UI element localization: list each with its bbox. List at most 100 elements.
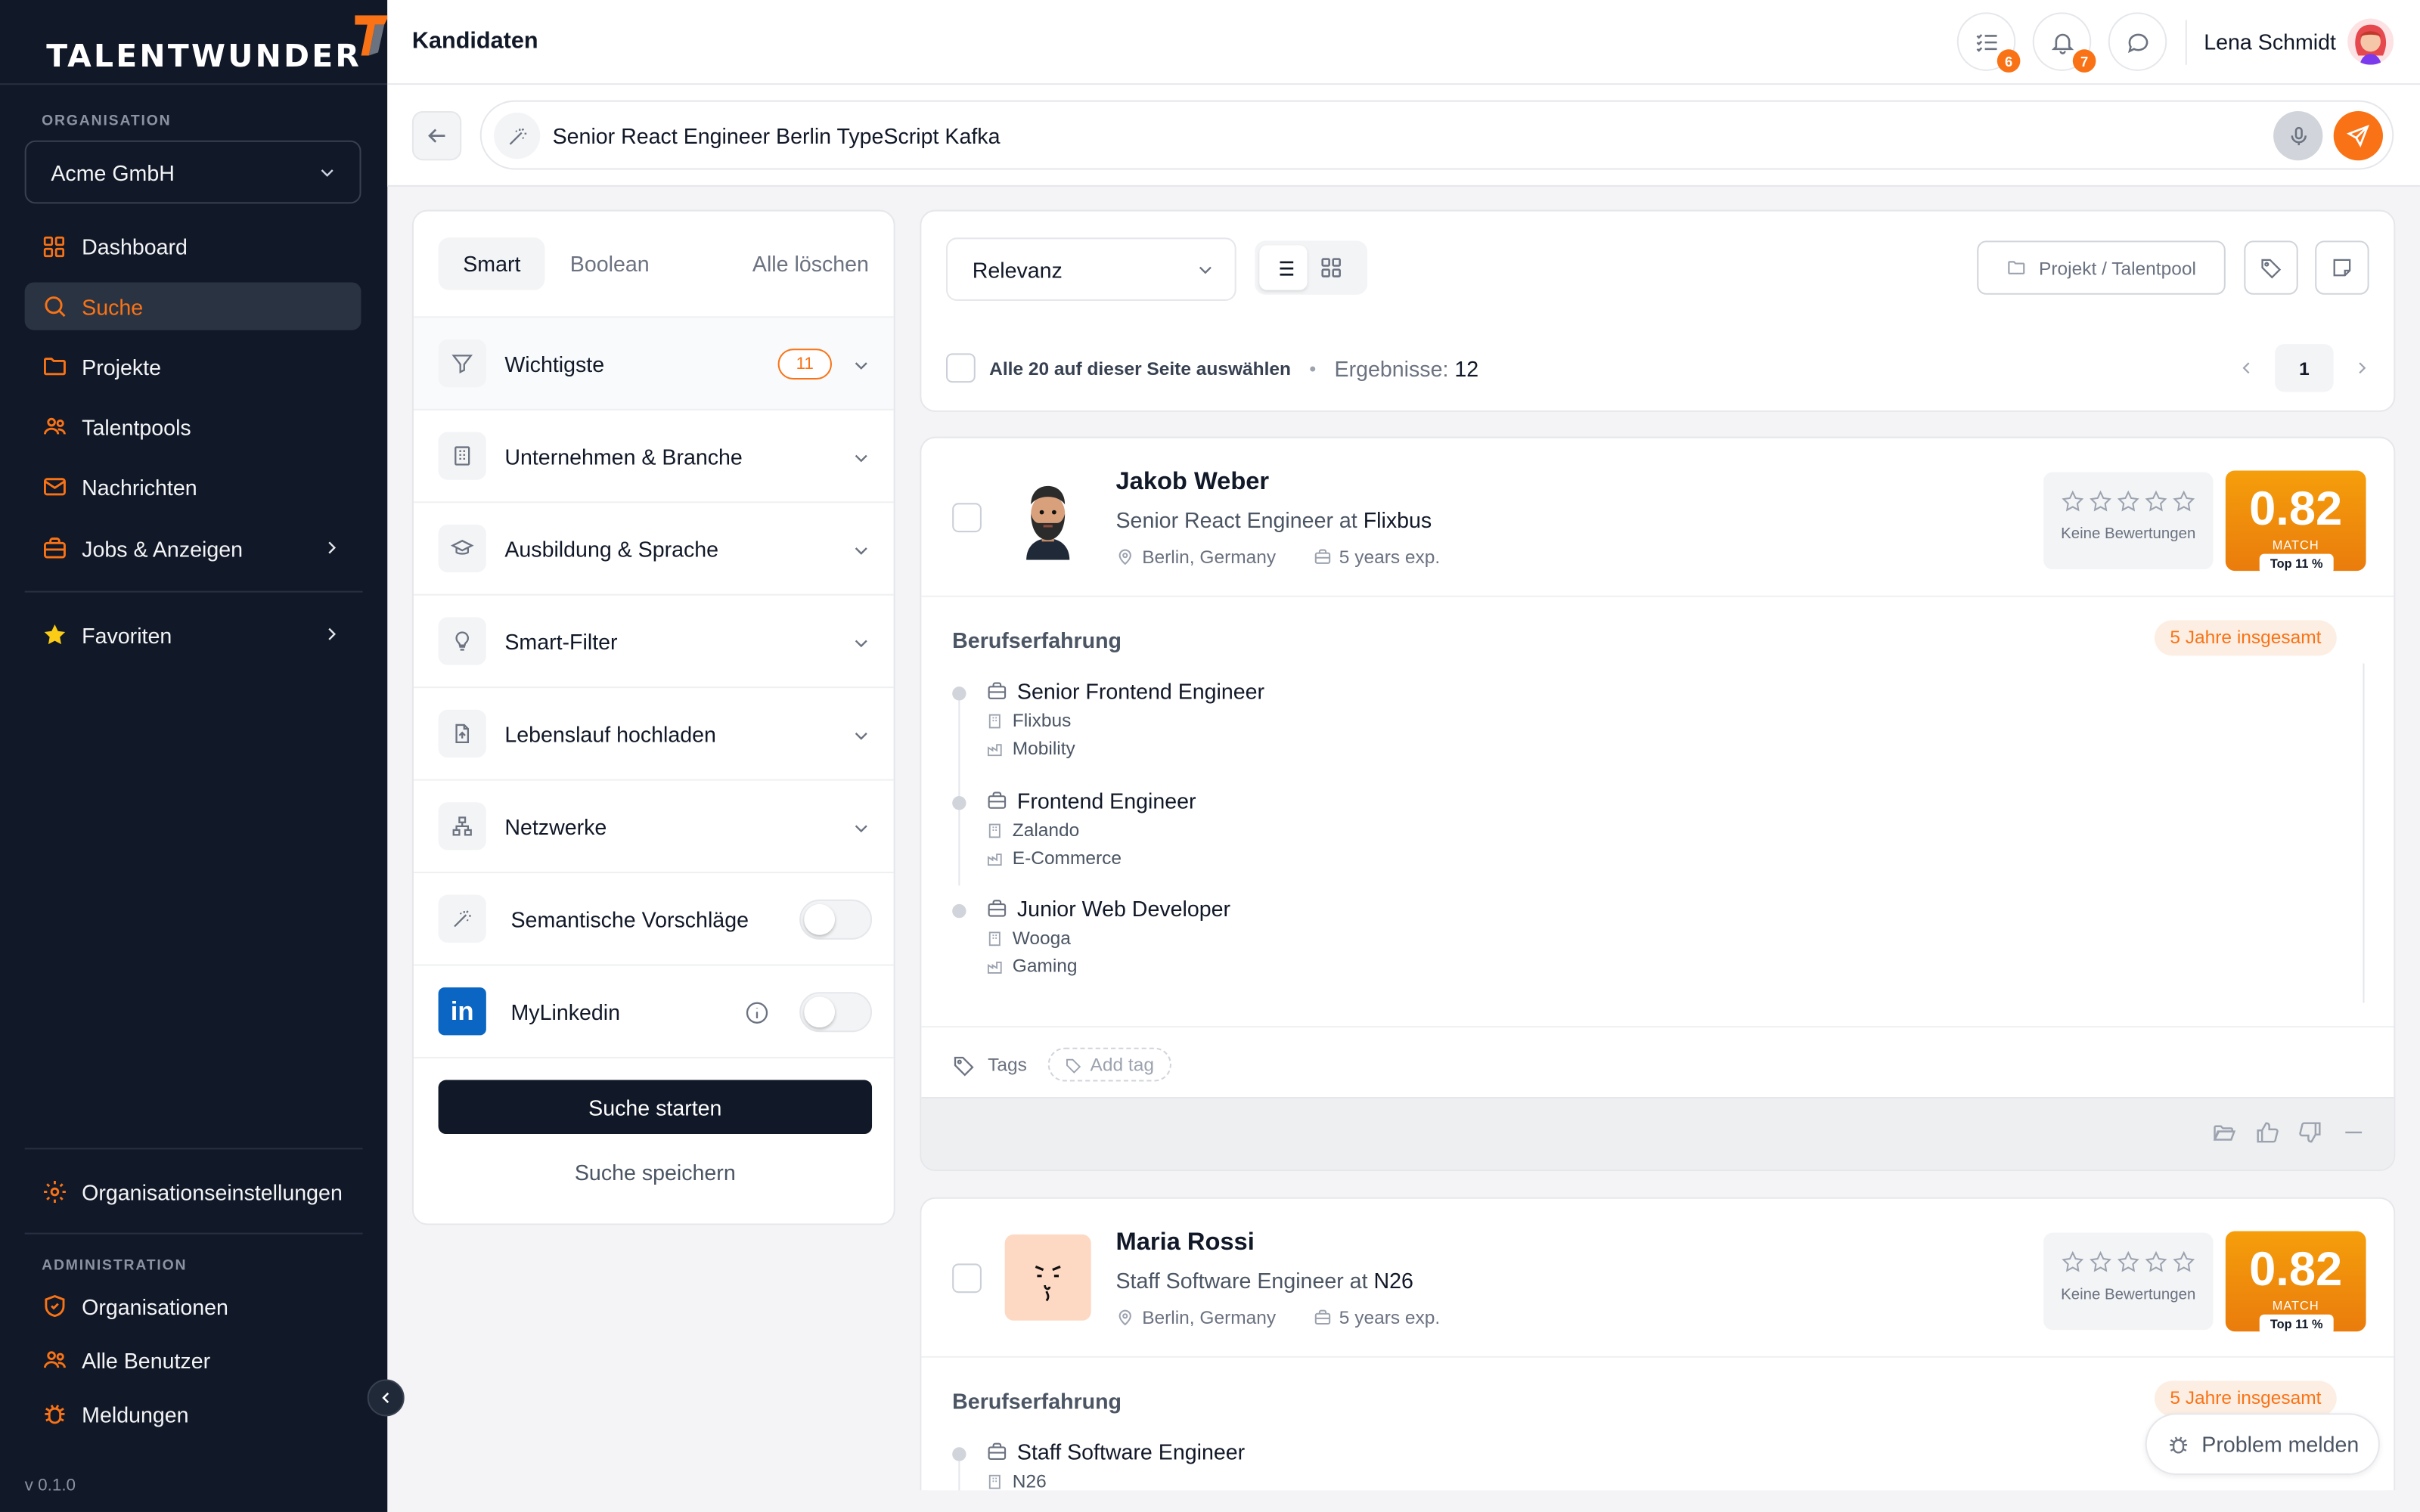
filter-section-smart-filter[interactable]: Smart-Filter (413, 593, 894, 686)
submit-search-button[interactable] (2333, 110, 2383, 161)
filter-section-label: Wichtigste (504, 351, 605, 376)
thumbs-up-icon[interactable] (2255, 1120, 2280, 1145)
sidebar: TALENTWUNDER ORGANISATION Acme GmbH Dash… (0, 0, 389, 1512)
candidate-checkbox[interactable] (952, 1263, 982, 1294)
map-pin-icon (1118, 549, 1131, 565)
nav-item-label: Nachrichten (82, 474, 197, 500)
notifications-button[interactable]: 7 (2032, 12, 2096, 73)
app-version: v 0.1.0 (24, 1476, 76, 1495)
briefcase-icon (1314, 549, 1330, 564)
save-search-link[interactable]: Suche speichern (414, 1160, 894, 1185)
rating-widget[interactable]: Keine Bewertungen (2043, 1232, 2214, 1331)
filter-section-ausbildung[interactable]: Ausbildung & Sprache (413, 501, 894, 593)
chevron-down-icon (855, 733, 867, 740)
chevron-right-icon[interactable] (2352, 358, 2372, 378)
rating-widget[interactable]: Keine Bewertungen (2043, 472, 2214, 570)
industry-icon (987, 853, 1002, 866)
filter-section-unternehmen[interactable]: Unternehmen & Branche (413, 408, 894, 501)
lightbulb-icon (438, 617, 486, 665)
nav-item-label: Talentpools (82, 414, 191, 439)
grid-view-button[interactable] (1308, 245, 1355, 290)
bug-icon (40, 1400, 68, 1428)
linkedin-icon: in (438, 987, 486, 1036)
nav-item-favoriten[interactable]: Favoriten (25, 611, 361, 658)
messages-button[interactable] (2108, 12, 2167, 71)
job-company: Zalando (1012, 819, 1080, 841)
star-outline-icon (2090, 1250, 2111, 1272)
briefcase-icon (988, 792, 1007, 809)
job-industry: Mobility (1012, 737, 1075, 760)
nav-item-label: Alle Benutzer (82, 1347, 211, 1373)
user-name[interactable]: Lena Schmidt (2204, 29, 2336, 54)
nav-item-jobs-anzeigen[interactable]: Jobs & Anzeigen (25, 525, 361, 572)
filter-section-netzwerke[interactable]: Netzwerke (413, 779, 894, 872)
filter-section-lebenslauf[interactable]: Lebenslauf hochladen (413, 686, 894, 779)
star-rating[interactable] (2060, 489, 2196, 514)
nav-item-organisationen[interactable]: Organisationen (25, 1282, 361, 1330)
nav-item-meldungen[interactable]: Meldungen (25, 1390, 361, 1438)
match-rank-badge: Top 11 % (2259, 553, 2334, 575)
start-search-button[interactable]: Suche starten (438, 1080, 873, 1134)
org-section-label: ORGANISATION (42, 112, 172, 130)
candidate-avatar[interactable] (1004, 473, 1091, 560)
star-rating[interactable] (2060, 1250, 2196, 1275)
add-to-project-button[interactable]: Projekt / Talentpool (1977, 240, 2226, 295)
tab-boolean[interactable]: Boolean (545, 237, 674, 290)
candidate-experience: 5 years exp. (1339, 1306, 1441, 1329)
filter-section-wichtigste[interactable]: Wichtigste 11 (413, 316, 894, 409)
map-pin-icon (1118, 1309, 1131, 1326)
add-to-project-label: Projekt / Talentpool (2039, 256, 2196, 279)
candidate-name[interactable]: Jakob Weber (1115, 469, 1269, 497)
candidate-name[interactable]: Maria Rossi (1115, 1230, 1254, 1258)
linkedin-toggle[interactable] (799, 992, 873, 1033)
add-tag-button[interactable]: Add tag (1048, 1047, 1171, 1082)
building-icon (988, 713, 1001, 728)
back-button[interactable] (411, 110, 462, 161)
organisation-select-value: Acme GmbH (51, 160, 175, 184)
search-mode-tabs: Smart Boolean (438, 237, 675, 290)
building-icon (988, 1473, 1001, 1489)
sidebar-collapse-button[interactable] (367, 1379, 405, 1417)
current-page[interactable]: 1 (2275, 344, 2334, 392)
briefcase-icon (988, 1442, 1007, 1460)
nav-item-projekte[interactable]: Projekte (25, 342, 361, 390)
semantic-suggestions-toggle[interactable] (799, 899, 873, 940)
list-view-button[interactable] (1259, 245, 1308, 290)
match-rank-badge: Top 11 % (2259, 1314, 2334, 1335)
clear-all-button[interactable]: Alle löschen (752, 252, 869, 277)
report-problem-label: Problem melden (2201, 1431, 2360, 1457)
nav-item-org-settings[interactable]: Organisationseinstellungen (25, 1168, 361, 1216)
sort-select[interactable]: Relevanz (946, 237, 1236, 301)
info-icon[interactable] (744, 999, 771, 1026)
report-problem-button[interactable]: Problem melden (2145, 1413, 2380, 1476)
organisation-select[interactable]: Acme GmbH (24, 140, 361, 204)
note-button[interactable] (2315, 240, 2369, 295)
user-avatar[interactable] (2347, 18, 2394, 65)
nav-item-alle-benutzer[interactable]: Alle Benutzer (25, 1336, 361, 1383)
note-icon (2333, 259, 2351, 277)
dismiss-icon[interactable] (2341, 1120, 2366, 1145)
select-all-label[interactable]: Alle 20 auf dieser Seite auswählen (989, 357, 1291, 379)
chevron-down-icon (855, 547, 867, 555)
select-all-checkbox[interactable] (946, 353, 976, 383)
nav-item-suche[interactable]: Suche (24, 282, 361, 330)
nav-item-nachrichten[interactable]: Nachrichten (25, 463, 361, 510)
folder-open-icon[interactable] (2211, 1120, 2236, 1145)
filter-panel: Smart Boolean Alle löschen Wichtigste 11… (411, 209, 895, 1225)
thumbs-down-icon[interactable] (2298, 1120, 2323, 1145)
nav-item-dashboard[interactable]: Dashboard (25, 222, 361, 270)
chevron-down-icon (855, 640, 867, 648)
job-title: Junior Web Developer (1016, 896, 1231, 922)
tab-smart[interactable]: Smart (438, 237, 546, 290)
nav-item-talentpools[interactable]: Talentpools (25, 403, 361, 451)
voice-input-button[interactable] (2273, 110, 2323, 161)
tag-button[interactable] (2244, 240, 2298, 295)
tasks-button[interactable]: 6 (1956, 12, 2021, 73)
chevron-left-icon[interactable] (2236, 358, 2257, 378)
candidate-avatar[interactable] (1004, 1234, 1091, 1321)
search-input[interactable]: Senior React Engineer Berlin TypeScript … (479, 100, 2394, 170)
logo[interactable]: TALENTWUNDER (46, 15, 392, 83)
chevron-left-icon (382, 1392, 389, 1403)
candidate-checkbox[interactable] (952, 503, 982, 533)
star-outline-icon (2145, 1250, 2167, 1272)
